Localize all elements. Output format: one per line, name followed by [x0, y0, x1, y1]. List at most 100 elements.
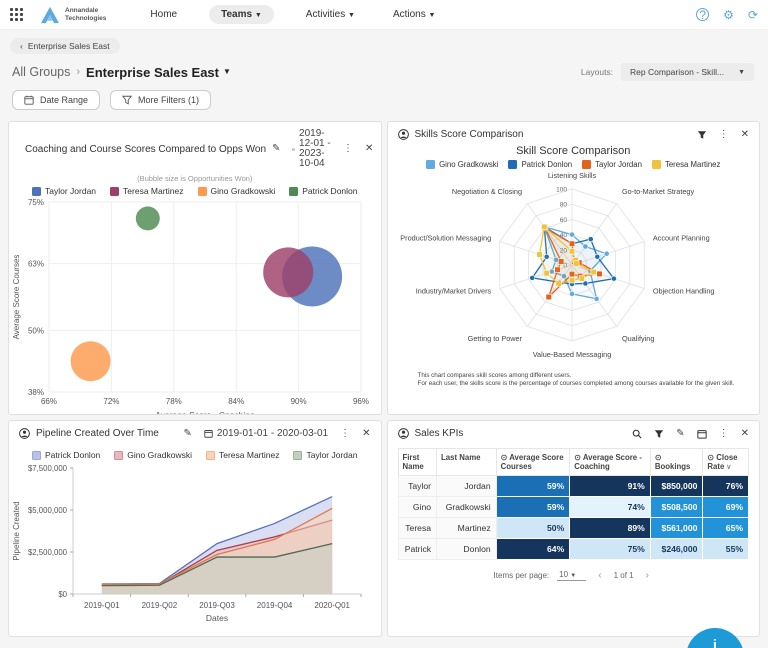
chevron-down-icon: ▼ — [570, 573, 576, 579]
column-header[interactable]: Last Name — [437, 449, 497, 476]
kebab-menu-icon[interactable]: ⋮ — [719, 130, 729, 140]
legend-label: Teresa Martinez — [123, 186, 183, 196]
close-icon[interactable]: ✕ — [741, 429, 749, 439]
back-row: ‹ Enterprise Sales East — [0, 30, 768, 56]
legend-item[interactable]: Teresa Martinez — [652, 160, 720, 169]
legend-item[interactable]: Patrick Donlon — [289, 186, 357, 196]
edit-pencil-icon[interactable]: ✎ — [676, 429, 684, 439]
bubble-gino-gradkowski — [71, 341, 111, 381]
help-icon[interactable]: ? — [696, 8, 709, 21]
legend-item[interactable]: Gino Gradkowski — [426, 160, 498, 169]
column-header[interactable]: ⊙ Average Score - Coaching — [570, 449, 651, 476]
column-header[interactable]: ⊙ Bookings — [650, 449, 703, 476]
apps-grid-icon[interactable] — [10, 8, 24, 22]
edit-pencil-icon[interactable]: ✎ — [272, 144, 280, 154]
legend-item[interactable]: Teresa Martinez — [206, 450, 279, 460]
legend-item[interactable]: Taylor Jordan — [32, 186, 96, 196]
calendar-icon — [204, 429, 213, 438]
calendar-icon[interactable] — [697, 429, 707, 439]
panel-header: Skills Score Comparison ⋮ ✕ — [388, 122, 760, 143]
legend-item[interactable]: Taylor Jordan — [293, 450, 357, 460]
svg-text:Go-to-Market Strategy: Go-to-Market Strategy — [621, 187, 694, 196]
legend-item[interactable]: Teresa Martinez — [110, 186, 183, 196]
radar-footnote: This chart compares skill scores among d… — [418, 372, 760, 388]
svg-text:Negotiation & Closing: Negotiation & Closing — [451, 187, 521, 196]
legend-label: Patrick Donlon — [521, 160, 572, 169]
kpi-value-cell: 74% — [570, 497, 651, 518]
close-icon[interactable]: ✕ — [362, 429, 370, 439]
legend-item[interactable]: Taylor Jordan — [582, 160, 642, 169]
legend-label: Gino Gradkowski — [127, 450, 192, 460]
table-row[interactable]: GinoGradkowski59%74%$508,50069% — [398, 497, 749, 518]
column-header[interactable]: First Name — [398, 449, 437, 476]
table-row[interactable]: TeresaMartinez50%89%$561,00065% — [398, 518, 749, 539]
nav-item-teams[interactable]: Teams ▼ — [209, 5, 274, 24]
panel-date-range[interactable]: 2019-01-01 - 2020-03-01 — [204, 429, 328, 439]
radar-chart-title: Skill Score Comparison — [388, 145, 760, 157]
breadcrumb: All Groups › Enterprise Sales East▼ Layo… — [0, 56, 768, 86]
last-name-cell: Gradkowski — [437, 497, 497, 518]
kpi-value-cell: $246,000 — [650, 539, 703, 560]
kpi-metric-icon: ⊙ — [655, 453, 662, 462]
legend-item[interactable]: Gino Gradkowski — [114, 450, 192, 460]
close-icon[interactable]: ✕ — [365, 144, 373, 154]
kpi-table: First NameLast Name⊙ Average Score Cours… — [398, 448, 750, 560]
nav-item-actions[interactable]: Actions ▼ — [387, 6, 442, 23]
chevron-down-icon: ▼ — [348, 12, 355, 19]
refresh-icon[interactable]: ⟳ — [748, 8, 758, 22]
radar-chart: 020406080100Listening SkillsGo-to-Market… — [388, 169, 756, 365]
back-chip[interactable]: ‹ Enterprise Sales East — [10, 38, 120, 54]
gear-icon[interactable]: ⚙ — [723, 8, 734, 22]
breadcrumb-separator: › — [76, 66, 80, 78]
table-row[interactable]: TaylorJordan59%91%$850,00076% — [398, 476, 749, 497]
page-title[interactable]: Enterprise Sales East▼ — [86, 65, 231, 80]
svg-text:Objection Handling: Objection Handling — [652, 286, 714, 295]
person-icon — [398, 129, 409, 140]
legend-item[interactable]: Patrick Donlon — [508, 160, 572, 169]
items-per-page-select[interactable]: 10 ▼ — [557, 570, 586, 581]
edit-pencil-icon[interactable]: ✎ — [184, 429, 192, 439]
svg-text:2019-Q04: 2019-Q04 — [257, 601, 293, 610]
legend-swatch-icon — [32, 187, 41, 196]
nav-item-home[interactable]: Home — [144, 6, 183, 23]
column-header[interactable]: ⊙ Average Score Courses — [496, 449, 570, 476]
panel-sales-kpis: Sales KPIs ✎ ⋮ ✕ First NameLast Name⊙ Av… — [387, 420, 761, 637]
layouts-select[interactable]: Rep Comparison - Skill... ▼ — [621, 63, 754, 81]
funnel-icon — [122, 95, 132, 105]
logo-triangle-icon — [40, 6, 60, 24]
filter-funnel-icon[interactable] — [654, 429, 664, 439]
legend-item[interactable]: Gino Gradkowski — [198, 186, 276, 196]
panel-title: Sales KPIs — [415, 428, 464, 439]
svg-text:$5,000,000: $5,000,000 — [28, 506, 68, 515]
column-header[interactable]: ⊙ Close Rate ∨ — [703, 449, 749, 476]
brand-logo[interactable]: Annandale Technologies — [40, 6, 106, 24]
breadcrumb-parent[interactable]: All Groups — [12, 65, 70, 79]
close-icon[interactable]: ✕ — [741, 130, 749, 140]
person-icon — [19, 428, 30, 439]
kpi-value-cell: 75% — [570, 539, 651, 560]
svg-text:75%: 75% — [28, 198, 44, 207]
kpi-value-cell: 89% — [570, 518, 651, 539]
prev-page-button[interactable]: ‹ — [594, 570, 605, 581]
legend-item[interactable]: Patrick Donlon — [32, 450, 100, 460]
first-name-cell: Teresa — [398, 518, 437, 539]
kebab-menu-icon[interactable]: ⋮ — [343, 144, 353, 154]
next-page-button[interactable]: › — [642, 570, 653, 581]
svg-text:66%: 66% — [41, 397, 57, 406]
search-icon[interactable] — [632, 429, 642, 439]
nav-item-activities[interactable]: Activities ▼ — [300, 6, 361, 23]
panel-date-range[interactable]: 2019-12-01 - 2023-10-04 — [292, 129, 331, 169]
kebab-menu-icon[interactable]: ⋮ — [340, 429, 350, 439]
kpi-value-cell: 91% — [570, 476, 651, 497]
svg-text:Dates: Dates — [206, 613, 228, 623]
date-range-button[interactable]: Date Range — [12, 90, 100, 110]
more-filters-button[interactable]: More Filters (1) — [110, 90, 211, 110]
chevron-down-icon: ▼ — [255, 12, 262, 19]
filter-funnel-icon[interactable] — [697, 130, 707, 140]
bubble-teresa-martinez — [263, 247, 313, 297]
first-name-cell: Gino — [398, 497, 437, 518]
legend-swatch-icon — [289, 187, 298, 196]
kebab-menu-icon[interactable]: ⋮ — [719, 429, 729, 439]
bubble-legend: Taylor Jordan Teresa Martinez Gino Gradkow… — [9, 186, 381, 196]
table-row[interactable]: PatrickDonlon64%75%$246,00055% — [398, 539, 749, 560]
